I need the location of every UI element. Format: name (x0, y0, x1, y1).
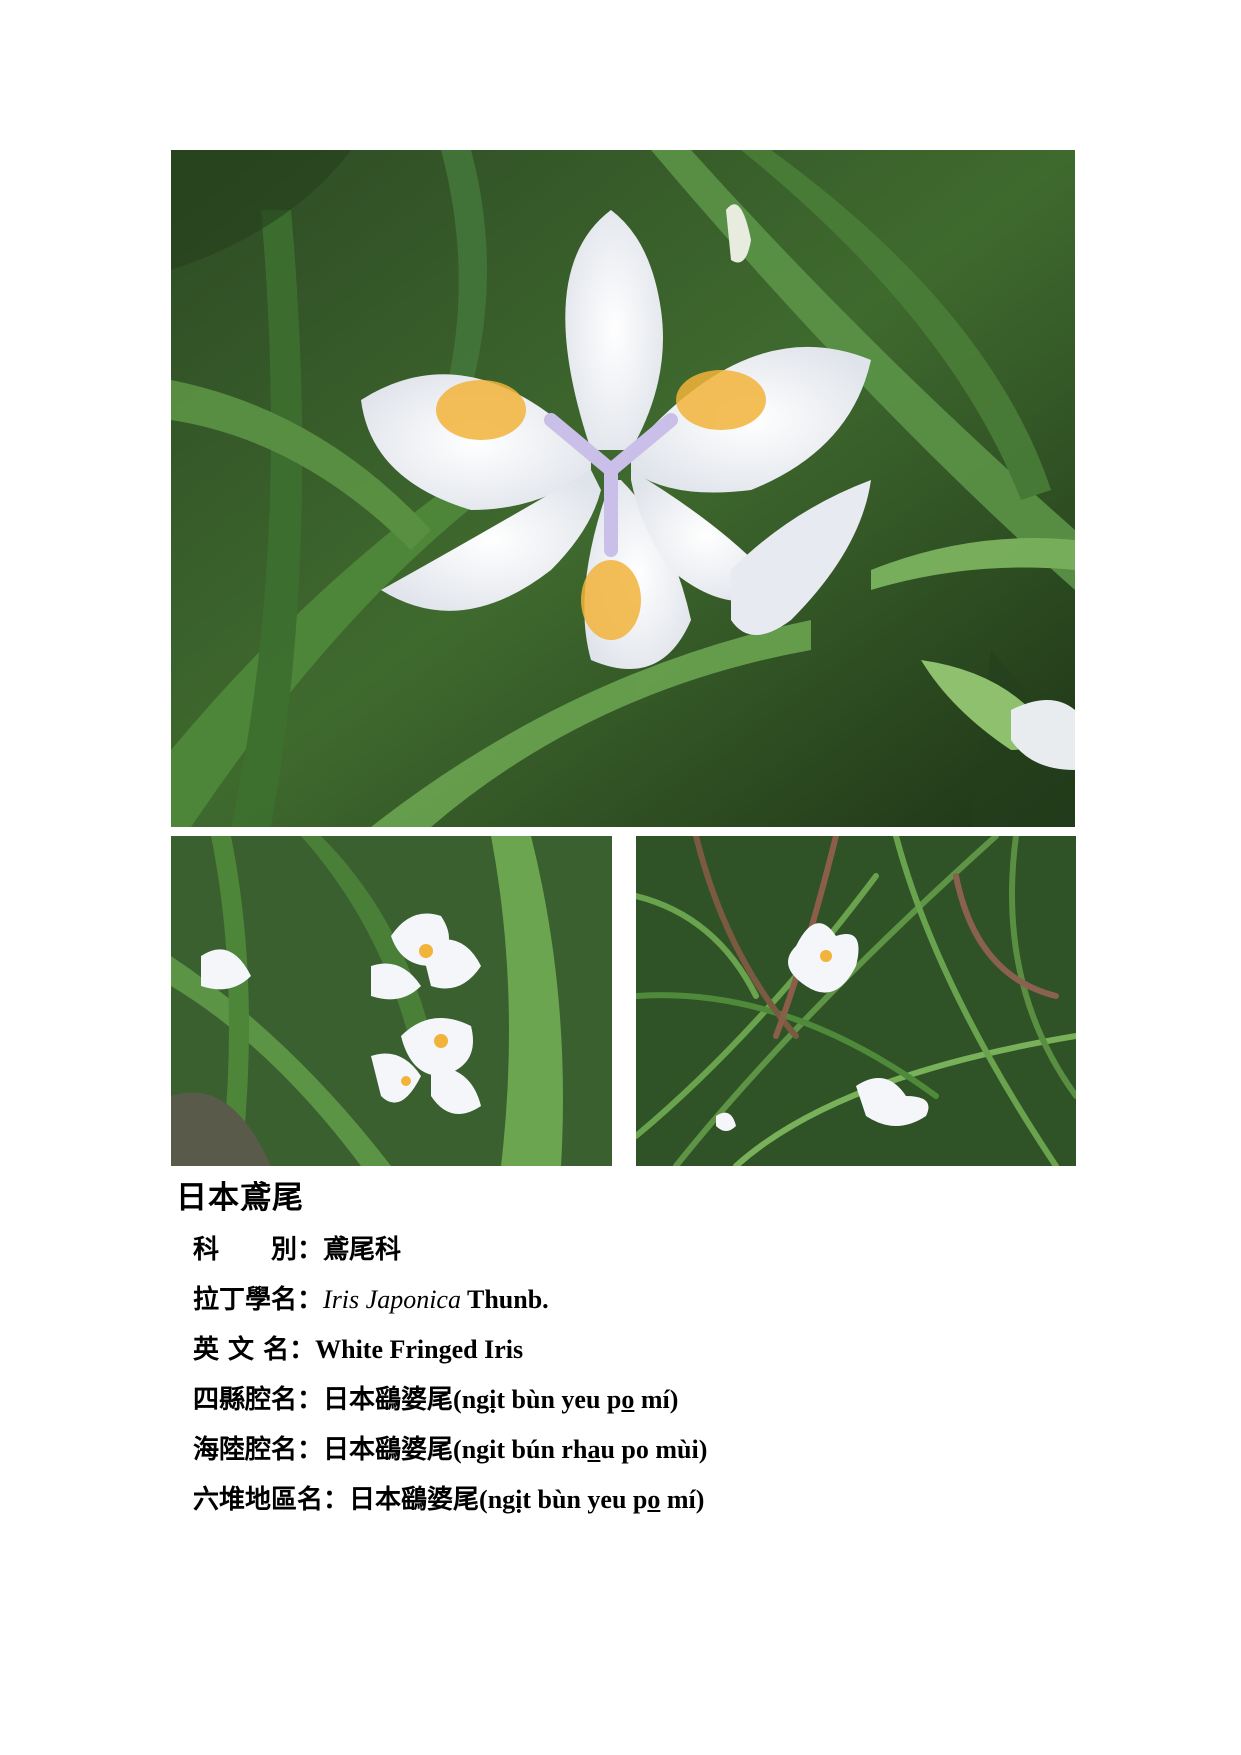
latin-name-author: Thunb. (460, 1285, 549, 1314)
hailu-name-label: 海陸腔名 (193, 1435, 298, 1465)
family-row: 科 別：鳶尾科 (193, 1225, 707, 1275)
sixian-name-value: 日本鷂婆尾 (323, 1385, 454, 1415)
iris-cluster-photo (171, 836, 612, 1166)
colon: ： (289, 1335, 316, 1365)
english-name-label: 英 文 名 (193, 1335, 290, 1365)
liudui-pronunciation: (ngịt bùn yeu po mí) (479, 1485, 705, 1514)
colon: ： (323, 1485, 350, 1515)
family-value: 鳶尾科 (323, 1235, 402, 1265)
hailu-name-row: 海陸腔名：日本鷂婆尾(ngit bún rhau po mùi) (193, 1425, 707, 1475)
hailu-name-value: 日本鷂婆尾 (323, 1435, 454, 1465)
colon: ： (297, 1435, 324, 1465)
plant-title: 日本鳶尾 (176, 1180, 304, 1216)
english-name-value: White Fringed Iris (315, 1335, 524, 1364)
hailu-pronunciation: (ngit bún rhau po mùi) (453, 1435, 708, 1464)
latin-name-label: 拉丁學名 (193, 1285, 298, 1315)
latin-name-value: Iris Japonica (323, 1285, 461, 1314)
colon: ： (297, 1235, 324, 1265)
colon: ： (297, 1285, 324, 1315)
plant-info-list: 科 別：鳶尾科 拉丁學名：Iris Japonica Thunb. 英 文 名：… (193, 1225, 707, 1525)
main-iris-photo (171, 150, 1075, 827)
liudui-name-label: 六堆地區名 (193, 1485, 324, 1515)
english-name-row: 英 文 名：White Fringed Iris (193, 1325, 707, 1375)
colon: ： (297, 1385, 324, 1415)
family-label: 科 別 (193, 1235, 298, 1265)
sixian-name-label: 四縣腔名 (193, 1385, 298, 1415)
iris-in-foliage-photo (636, 836, 1076, 1166)
liudui-name-row: 六堆地區名：日本鷂婆尾(ngịt bùn yeu po mí) (193, 1475, 707, 1525)
liudui-name-value: 日本鷂婆尾 (349, 1485, 480, 1515)
sixian-pronunciation: (ngịt bùn yeu po mí) (453, 1385, 679, 1414)
sixian-name-row: 四縣腔名：日本鷂婆尾(ngịt bùn yeu po mí) (193, 1375, 707, 1425)
latin-name-row: 拉丁學名：Iris Japonica Thunb. (193, 1275, 707, 1325)
